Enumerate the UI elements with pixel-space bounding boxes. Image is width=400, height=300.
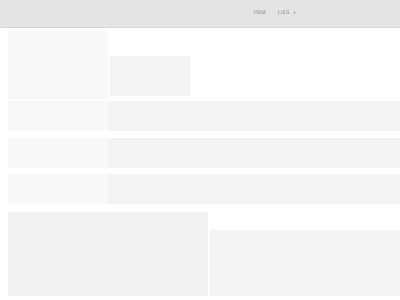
nav-link-dropdown-label: LIES xyxy=(278,10,290,16)
chevron-down-icon: ▼ xyxy=(292,10,297,15)
footer-block xyxy=(8,212,208,296)
content-row xyxy=(108,174,400,204)
top-navigation-bar: HEM LIES ▼ xyxy=(0,0,400,28)
content-row xyxy=(8,138,108,168)
content-row xyxy=(8,174,108,204)
content-row xyxy=(8,101,108,131)
content-block xyxy=(8,30,108,100)
footer-block xyxy=(210,230,400,296)
content-row xyxy=(108,101,400,131)
content-row xyxy=(108,138,400,168)
content-block xyxy=(110,56,190,96)
nav-link-home[interactable]: HEM xyxy=(254,9,266,17)
nav-link-dropdown[interactable]: LIES ▼ xyxy=(278,9,297,17)
